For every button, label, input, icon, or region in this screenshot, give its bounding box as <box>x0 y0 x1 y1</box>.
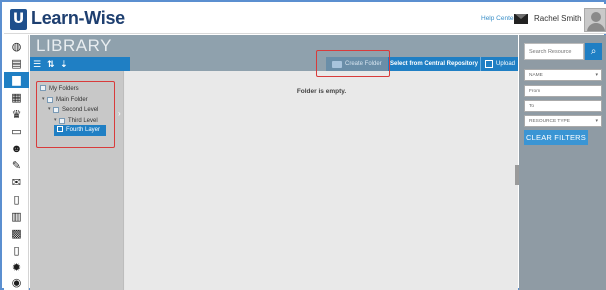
dashboard-icon: ◍ <box>11 41 22 53</box>
help-center-link[interactable]: Help Center <box>481 15 516 22</box>
sidebar-item-catalog[interactable]: ▤ <box>8 57 25 71</box>
sidebar-item-global[interactable]: ◉ <box>8 276 25 290</box>
from-date-placeholder: From <box>529 89 541 94</box>
sidebar-item-grid[interactable]: ▦ <box>8 91 25 105</box>
report-icon: ▯ <box>13 194 20 206</box>
gear-icon: ✹ <box>11 262 22 274</box>
sidebar-item-presentations[interactable]: ▭ <box>8 125 25 139</box>
sidebar-item-library[interactable]: ▆ <box>4 72 29 88</box>
resource-type-placeholder: RESOURCE TYPE <box>529 119 570 124</box>
sidebar-item-reports[interactable]: ▯ <box>8 193 25 207</box>
tree-item-fourth-layer[interactable]: Fourth Layer <box>54 125 107 136</box>
tree-item-main-folder[interactable]: ▾ Main Folder <box>42 95 88 105</box>
logo-icon: U <box>10 9 27 30</box>
calendar-icon: ▩ <box>11 228 22 240</box>
library-icon: ▆ <box>12 74 21 86</box>
folder-content: Folder is empty. <box>125 71 518 290</box>
avatar[interactable] <box>584 8 606 32</box>
library-header: LIBRARY ☰ ⇅ ⇣ Create Folder Select from … <box>30 35 518 71</box>
sort-alpha-icon[interactable]: ⇣ <box>60 58 68 70</box>
sort-icon[interactable]: ⇅ <box>47 58 55 70</box>
presentation-icon: ▭ <box>11 126 22 138</box>
avatar-body-shape <box>587 23 605 31</box>
clear-filters-button[interactable]: CLEAR FILTERS <box>524 130 588 145</box>
name-filter-placeholder: NAME <box>529 73 543 78</box>
bar-chart-icon: ▥ <box>11 211 22 223</box>
users-icon: ☻ <box>10 143 23 155</box>
upload-icon <box>485 60 493 68</box>
mail-icon[interactable] <box>514 14 528 24</box>
tree-item-label: Second Level <box>62 107 99 114</box>
view-toolbar: ☰ ⇅ ⇣ <box>30 57 130 71</box>
mail-icon: ✉ <box>11 177 22 189</box>
folder-icon <box>332 61 342 68</box>
list-view-icon[interactable]: ☰ <box>33 58 41 70</box>
empty-folder-message: Folder is empty. <box>296 88 347 95</box>
search-icon: ⌕ <box>590 46 597 57</box>
folder-icon <box>40 85 46 92</box>
sidebar-item-analytics[interactable]: ▥ <box>8 210 25 224</box>
library-actions: Create Folder Select from Central Reposi… <box>326 57 518 71</box>
select-central-repository-button[interactable]: Select from Central Repository <box>388 57 480 71</box>
folder-icon <box>59 117 65 124</box>
name-filter[interactable]: NAME ▾ <box>524 69 602 81</box>
chevron-down-icon: ▾ <box>595 118 598 124</box>
search-input[interactable] <box>524 43 584 60</box>
icon-sidebar: ◍ ▤ ▆ ▦ ♛ ▭ ☻ ✎ ✉ ▯ ▥ ▩ ▯ ✹ ◉ <box>4 35 29 290</box>
sidebar-item-devices[interactable]: ▯ <box>8 244 25 258</box>
trophy-icon: ♛ <box>11 109 22 121</box>
to-date-placeholder: To <box>529 104 535 109</box>
top-bar: U Learn-Wise Help Center Rachel Smith <box>4 4 606 34</box>
folder-icon <box>53 106 59 113</box>
to-date-field[interactable]: To <box>524 100 602 112</box>
tree-item-label: Third Level <box>68 118 98 125</box>
create-folder-label: Create Folder <box>345 61 382 67</box>
globe-icon: ◉ <box>11 277 22 289</box>
tree-item-label: Fourth Layer <box>66 127 101 133</box>
chevron-down-icon: ▾ <box>595 72 598 78</box>
app-window: U Learn-Wise Help Center Rachel Smith ◍ … <box>0 0 606 290</box>
upload-label: Upload <box>496 61 516 67</box>
from-date-field[interactable]: From <box>524 85 602 97</box>
sidebar-item-achievements[interactable]: ♛ <box>8 108 25 122</box>
app-logo-text[interactable]: Learn-Wise <box>31 8 125 29</box>
grid-icon: ▦ <box>11 92 22 104</box>
tablet-icon: ▯ <box>13 245 20 257</box>
chevron-right-icon[interactable]: › <box>118 109 121 118</box>
sidebar-item-messages[interactable]: ✉ <box>8 176 25 190</box>
sidebar-item-settings[interactable]: ✹ <box>8 261 25 275</box>
search-button[interactable]: ⌕ <box>585 43 602 60</box>
user-name[interactable]: Rachel Smith <box>534 14 582 23</box>
page-title: LIBRARY <box>36 36 112 55</box>
create-folder-button[interactable]: Create Folder <box>326 57 388 71</box>
tag-icon: ✎ <box>11 160 22 172</box>
sidebar-item-calendar[interactable]: ▩ <box>8 227 25 241</box>
avatar-head-shape <box>591 12 601 22</box>
tree-item-label: Main Folder <box>56 97 88 104</box>
folder-icon <box>47 96 53 103</box>
resource-type-filter[interactable]: RESOURCE TYPE ▾ <box>524 115 602 127</box>
upload-button[interactable]: Upload <box>480 57 518 71</box>
catalog-icon: ▤ <box>11 58 22 70</box>
sidebar-item-users[interactable]: ☻ <box>8 142 25 156</box>
folder-tree-panel: › My Folders ▾ Main Folder ▾ Second Level … <box>30 71 124 290</box>
sidebar-item-dashboard[interactable]: ◍ <box>8 40 25 54</box>
tree-item-second-level[interactable]: ▾ Second Level <box>48 105 98 115</box>
library-main: LIBRARY ☰ ⇅ ⇣ Create Folder Select from … <box>30 35 519 290</box>
folder-icon <box>57 126 63 133</box>
tree-item-my-folders[interactable]: My Folders <box>40 85 79 94</box>
filter-panel: ⌕ NAME ▾ From To RESOURCE TYPE ▾ CLEAR FIL… <box>519 35 606 290</box>
sidebar-item-tags[interactable]: ✎ <box>8 159 25 173</box>
tree-item-label: My Folders <box>49 86 79 92</box>
